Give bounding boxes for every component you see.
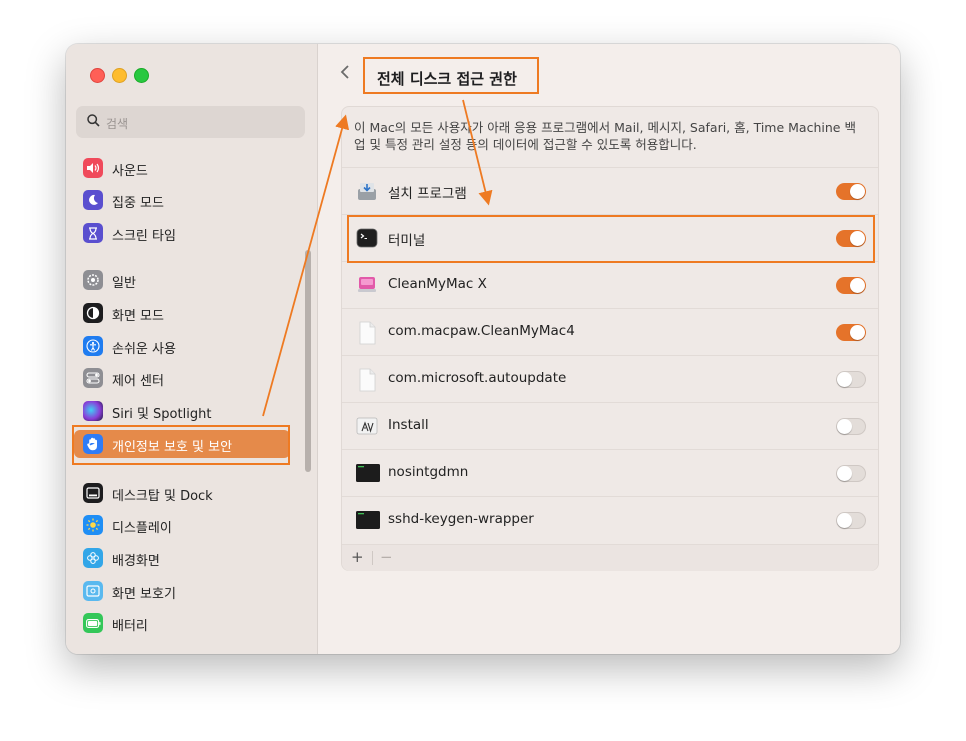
annotation-arrows	[262, 99, 493, 417]
